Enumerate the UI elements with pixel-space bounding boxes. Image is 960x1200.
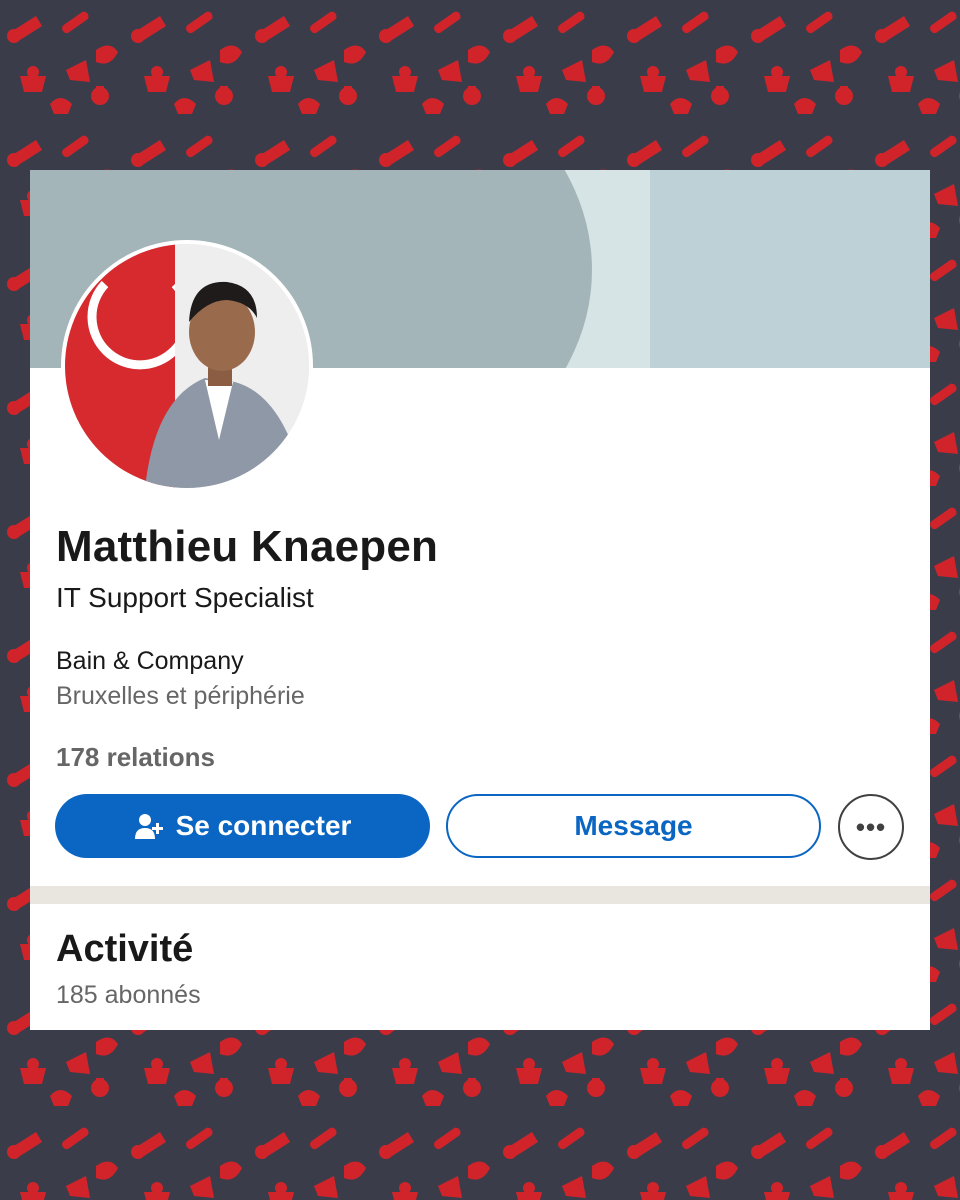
activity-title: Activité [56,928,194,970]
followers-count: 185 abonnés [56,981,201,1009]
profile-headline: IT Support Specialist [56,582,314,613]
more-options-icon: ••• [855,811,887,842]
profile-location: Bruxelles et périphérie [56,682,305,710]
connect-label: Se connecter [175,810,352,841]
avatar[interactable] [61,240,313,492]
connect-button[interactable]: Se connecter [55,794,430,858]
more-options-button[interactable]: ••• [838,794,904,860]
profile-card: Matthieu Knaepen IT Support Specialist B… [30,170,930,1030]
profile-company[interactable]: Bain & Company [56,647,244,676]
message-button[interactable]: Message [446,794,821,858]
connections-count[interactable]: 178 relations [56,742,215,773]
profile-photo [65,244,309,488]
profile-name: Matthieu Knaepen [56,522,439,571]
add-person-icon [134,811,164,841]
section-divider [30,886,930,904]
